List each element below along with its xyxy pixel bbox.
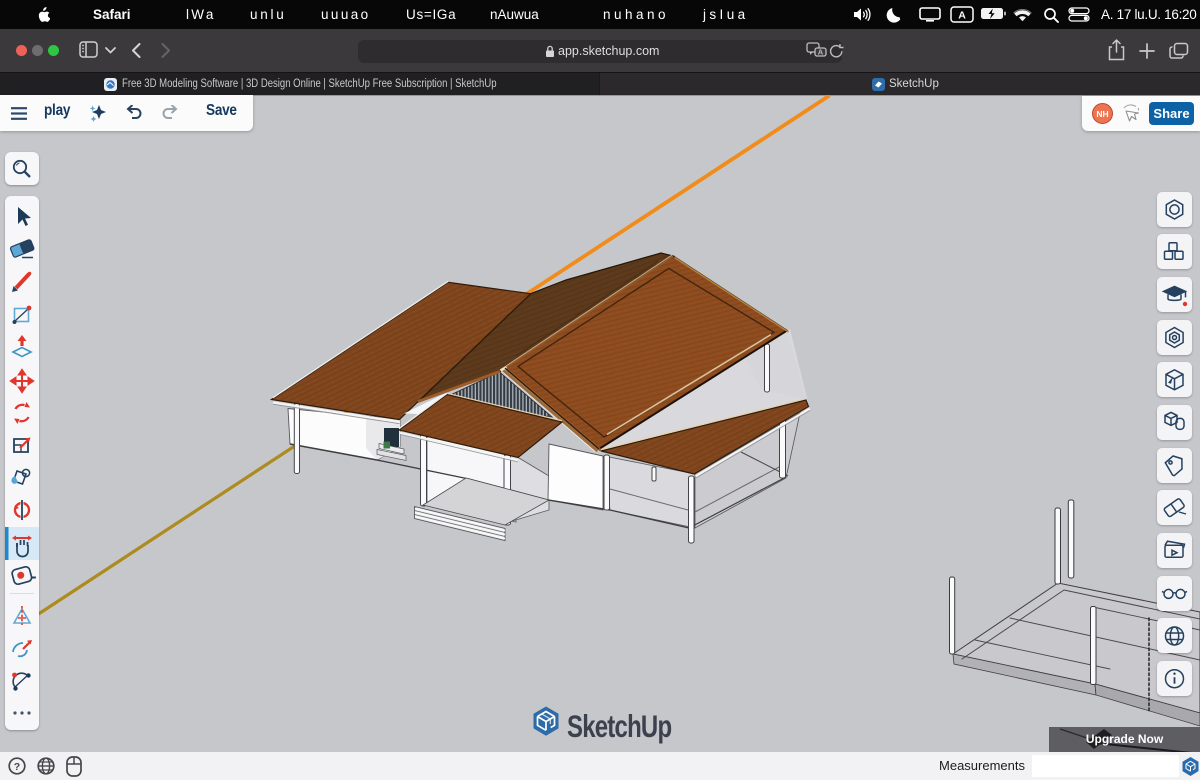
- svg-text:A: A: [958, 10, 966, 22]
- svg-text:?: ?: [14, 761, 20, 773]
- svg-text:A: A: [818, 48, 824, 57]
